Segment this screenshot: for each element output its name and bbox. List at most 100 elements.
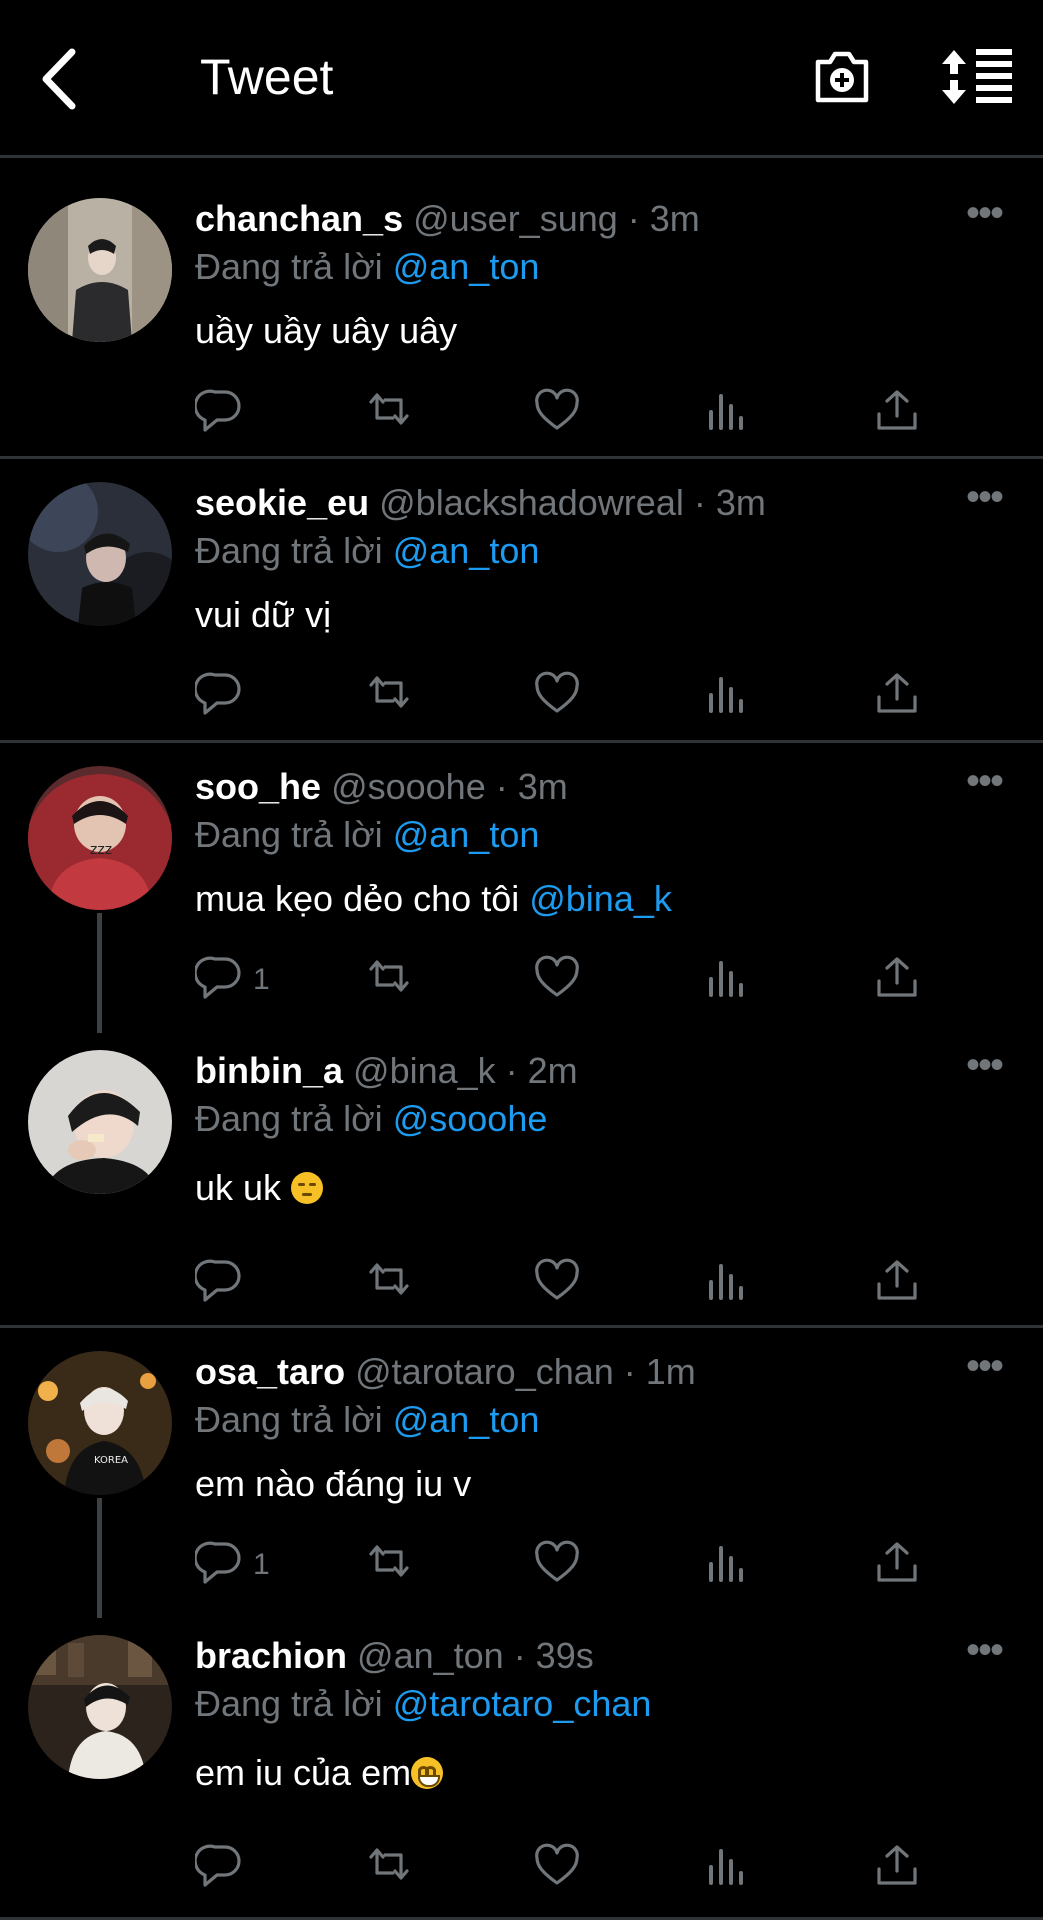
reply-mention[interactable]: @an_ton: [393, 814, 540, 855]
retweet-icon: [369, 1263, 409, 1295]
share-icon: [877, 390, 917, 430]
like-button[interactable]: [533, 386, 581, 436]
sort-list-icon[interactable]: [940, 48, 1014, 106]
views-button[interactable]: [703, 669, 751, 719]
more-options-icon[interactable]: •••: [966, 1344, 1004, 1389]
display-name[interactable]: seokie_eu: [195, 482, 369, 523]
page-title: Tweet: [200, 49, 334, 105]
heart-icon: [535, 1843, 579, 1885]
handle-time: @blackshadowreal · 3m: [379, 482, 766, 523]
retweet-button[interactable]: [363, 953, 411, 1003]
display-name[interactable]: chanchan_s: [195, 198, 403, 239]
like-button[interactable]: [533, 669, 581, 719]
reply-mention[interactable]: @tarotaro_chan: [393, 1683, 652, 1724]
tweet-header: soo_he @sooohe · 3m: [195, 766, 568, 808]
share-button[interactable]: [873, 386, 921, 436]
replying-to: Đang trả lời @an_ton: [195, 530, 539, 572]
reply-button[interactable]: 1: [195, 1538, 270, 1588]
display-name[interactable]: binbin_a: [195, 1050, 343, 1091]
views-button[interactable]: [703, 953, 751, 1003]
heart-icon: [535, 1258, 579, 1300]
tweet[interactable]: chanchan_s @user_sung · 3m ••• Đang trả …: [0, 158, 1043, 459]
tweet-header: binbin_a @bina_k · 2m: [195, 1050, 578, 1092]
camera-plus-icon[interactable]: [812, 46, 872, 106]
share-button[interactable]: [873, 1256, 921, 1306]
tweet-text: uầy uầy uây uây: [195, 310, 458, 351]
more-options-icon[interactable]: •••: [966, 191, 1004, 236]
retweet-button[interactable]: [363, 1538, 411, 1588]
like-button[interactable]: [533, 953, 581, 1003]
tweet[interactable]: zzz soo_he @sooohe · 3m ••• Đang trả lời…: [0, 743, 1043, 1033]
share-button[interactable]: [873, 669, 921, 719]
share-button[interactable]: [873, 1538, 921, 1588]
tweet[interactable]: seokie_eu @blackshadowreal · 3m ••• Đang…: [0, 459, 1043, 743]
tweet[interactable]: KOREA osa_taro @tarotaro_chan · 1m ••• Đ…: [0, 1328, 1043, 1618]
bar-chart-icon: [709, 1546, 743, 1582]
retweet-button[interactable]: [363, 1256, 411, 1306]
reply-prefix: Đang trả lời: [195, 1683, 383, 1724]
share-icon: [877, 957, 917, 997]
reply-icon: [195, 956, 241, 999]
reply-prefix: Đang trả lời: [195, 814, 383, 855]
avatar[interactable]: [28, 1050, 172, 1194]
chevron-left-icon[interactable]: [36, 44, 88, 114]
handle-time: @sooohe · 3m: [331, 766, 568, 807]
bar-chart-icon: [709, 961, 743, 997]
reply-icon: [195, 1541, 241, 1584]
views-button[interactable]: [703, 1538, 751, 1588]
top-bar: Tweet: [0, 0, 1043, 158]
views-button[interactable]: [703, 1841, 751, 1891]
display-name[interactable]: osa_taro: [195, 1351, 345, 1392]
avatar[interactable]: [28, 1635, 172, 1779]
tweet-text: vui dữ vị: [195, 594, 332, 635]
action-bar: [195, 1256, 955, 1306]
more-options-icon[interactable]: •••: [966, 1043, 1004, 1088]
bar-chart-icon: [709, 677, 743, 713]
like-button[interactable]: [533, 1256, 581, 1306]
heart-icon: [535, 955, 579, 997]
reply-mention[interactable]: @an_ton: [393, 246, 540, 287]
views-button[interactable]: [703, 1256, 751, 1306]
share-icon: [877, 1542, 917, 1582]
text-mention[interactable]: @bina_k: [529, 878, 672, 919]
retweet-button[interactable]: [363, 669, 411, 719]
handle-time: @tarotaro_chan · 1m: [355, 1351, 696, 1392]
reply-button[interactable]: [195, 1841, 243, 1891]
avatar[interactable]: [28, 482, 172, 626]
tweet[interactable]: binbin_a @bina_k · 2m ••• Đang trả lời @…: [0, 1027, 1043, 1328]
views-button[interactable]: [703, 386, 751, 436]
share-button[interactable]: [873, 1841, 921, 1891]
display-name[interactable]: brachion: [195, 1635, 347, 1676]
thread-connector: [97, 913, 102, 1033]
share-icon: [877, 1260, 917, 1300]
retweet-icon: [369, 1848, 409, 1880]
reply-icon: [195, 1259, 241, 1302]
reply-button[interactable]: [195, 1256, 243, 1306]
reply-button[interactable]: [195, 669, 243, 719]
tweet-header: brachion @an_ton · 39s: [195, 1635, 594, 1677]
action-bar: [195, 669, 955, 719]
reply-mention[interactable]: @an_ton: [393, 530, 540, 571]
reply-button[interactable]: 1: [195, 953, 270, 1003]
reply-icon: [195, 672, 241, 715]
share-button[interactable]: [873, 953, 921, 1003]
more-options-icon[interactable]: •••: [966, 475, 1004, 520]
like-button[interactable]: [533, 1841, 581, 1891]
avatar[interactable]: KOREA: [28, 1351, 172, 1495]
avatar[interactable]: zzz: [28, 766, 172, 910]
more-options-icon[interactable]: •••: [966, 759, 1004, 804]
like-button[interactable]: [533, 1538, 581, 1588]
reply-mention[interactable]: @an_ton: [393, 1399, 540, 1440]
more-options-icon[interactable]: •••: [966, 1628, 1004, 1673]
action-bar: [195, 386, 955, 436]
action-bar: 1: [195, 953, 955, 1003]
bar-chart-icon: [709, 1264, 743, 1300]
tweet[interactable]: brachion @an_ton · 39s ••• Đang trả lời …: [0, 1612, 1043, 1920]
reply-button[interactable]: [195, 386, 243, 436]
reply-mention[interactable]: @sooohe: [393, 1098, 548, 1139]
retweet-button[interactable]: [363, 386, 411, 436]
display-name[interactable]: soo_he: [195, 766, 321, 807]
retweet-button[interactable]: [363, 1841, 411, 1891]
avatar[interactable]: [28, 198, 172, 342]
tweet-header: seokie_eu @blackshadowreal · 3m: [195, 482, 766, 524]
